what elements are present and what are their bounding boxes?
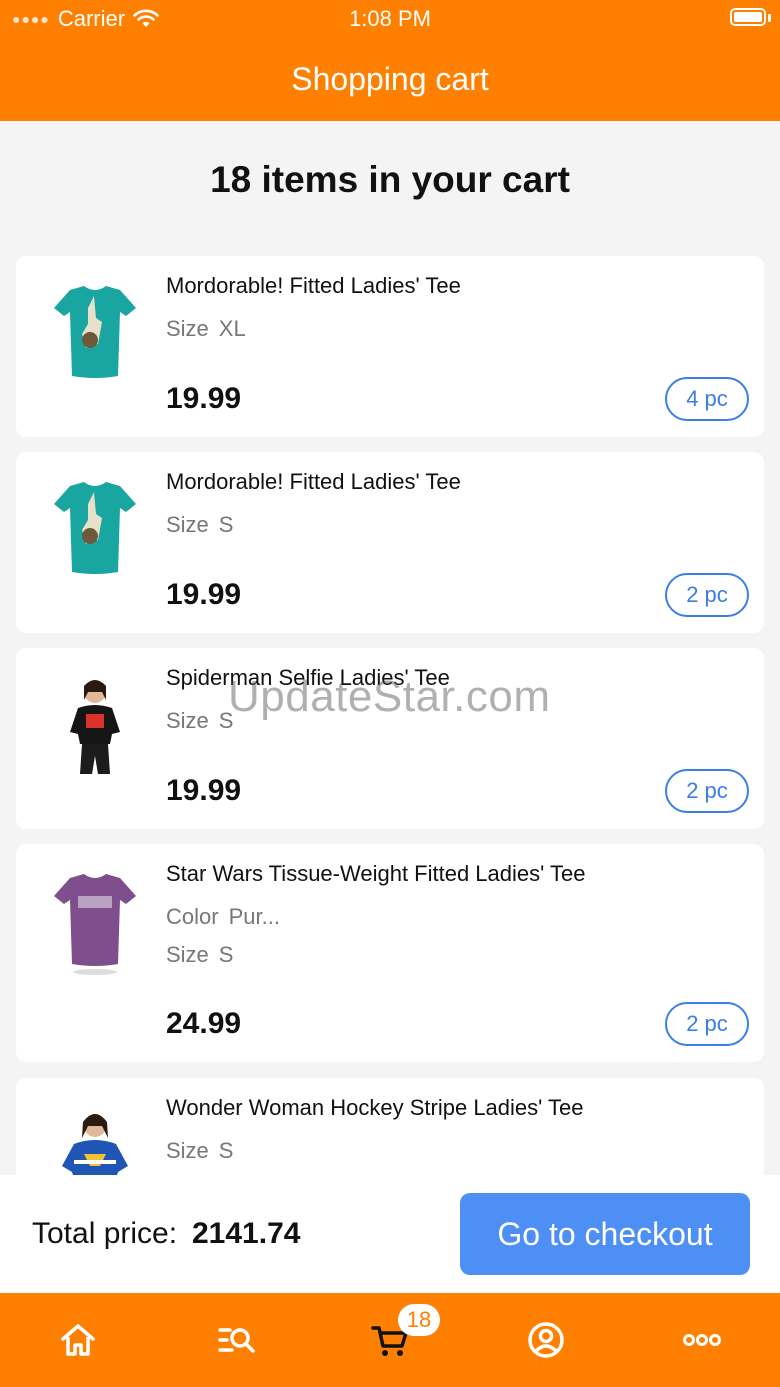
cart-item[interactable]: Mordorable! Fitted Ladies' Tee Size S 19.… [16,452,764,633]
cart-count-badge: 18 [398,1304,440,1336]
total-price-label: Total price: [32,1217,178,1250]
item-attribute: Size S [166,942,233,968]
attr-value: Pur... [228,904,280,929]
quantity-button[interactable]: 4 pc [665,377,749,421]
attr-label: Size [166,1138,209,1163]
item-name: Mordorable! Fitted Ladies' Tee [166,469,461,494]
attr-value: XL [218,316,246,341]
page-title: Shopping cart [291,61,489,97]
item-price: 19.99 [166,578,242,611]
teal-tee-icon [54,286,136,378]
model-black-tee-icon [70,680,120,774]
battery-tip [768,14,771,22]
teal-tee-icon [54,482,136,574]
attr-label: Size [166,708,209,733]
checkout-button[interactable]: Go to checkout [460,1193,750,1275]
attr-label: Size [166,316,209,341]
cart-item[interactable]: Spiderman Selfie Ladies' Tee Size S 19.99… [16,648,764,829]
status-bar: ●●●● Carrier 1:08 PM [0,0,780,38]
item-attribute: Size XL [166,316,246,342]
item-name: Star Wars Tissue-Weight Fitted Ladies' T… [166,861,586,886]
cart-item[interactable]: Star Wars Tissue-Weight Fitted Ladies' T… [16,844,764,1062]
quantity-button[interactable]: 2 pc [665,1002,749,1046]
battery-icon [730,8,766,26]
checkout-bar: Total price: 2141.74 Go to checkout [0,1175,780,1293]
cart-heading: 18 items in your cart [210,159,570,200]
attr-label: Size [166,512,209,537]
status-time: 1:08 PM [349,6,431,31]
item-attribute: Color Pur... [166,904,280,930]
purple-tee-icon [54,874,136,975]
tab-home[interactable] [48,1313,108,1367]
tab-bar: 18 [0,1293,780,1387]
item-attribute: Size S [166,708,233,734]
item-price: 19.99 [166,774,242,807]
navigation-bar: Shopping cart [0,38,780,121]
attr-value: S [218,708,234,733]
attr-label: Color [166,904,219,929]
attr-value: S [218,1138,234,1163]
more-icon [683,1334,721,1346]
home-icon [61,1324,95,1356]
tab-account[interactable] [516,1313,576,1367]
quantity-button[interactable]: 2 pc [665,573,749,617]
cart-item[interactable]: Wonder Woman Hockey Stripe Ladies' Tee S… [16,1078,764,1175]
item-price: 19.99 [166,382,242,415]
tab-catalog-search[interactable] [206,1313,266,1367]
account-icon [528,1322,564,1358]
item-attribute: Size S [166,512,233,538]
item-name: Spiderman Selfie Ladies' Tee [166,665,450,690]
cart-item[interactable]: Mordorable! Fitted Ladies' Tee Size XL 19… [16,256,764,437]
attr-value: S [218,942,234,967]
cart-content[interactable]: 18 items in your cart Mordorable! Fitted… [0,121,780,1175]
attr-value: S [218,512,234,537]
total-price-value: 2141.74 [192,1217,301,1250]
model-blue-tee-icon [62,1114,128,1175]
item-name: Mordorable! Fitted Ladies' Tee [166,273,461,298]
item-attribute: Size S [166,1138,233,1164]
item-price: 24.99 [166,1007,242,1040]
quantity-button[interactable]: 2 pc [665,769,749,813]
tab-more[interactable] [672,1313,732,1367]
attr-label: Size [166,942,209,967]
search-list-icon [218,1328,255,1353]
item-name: Wonder Woman Hockey Stripe Ladies' Tee [166,1095,584,1120]
